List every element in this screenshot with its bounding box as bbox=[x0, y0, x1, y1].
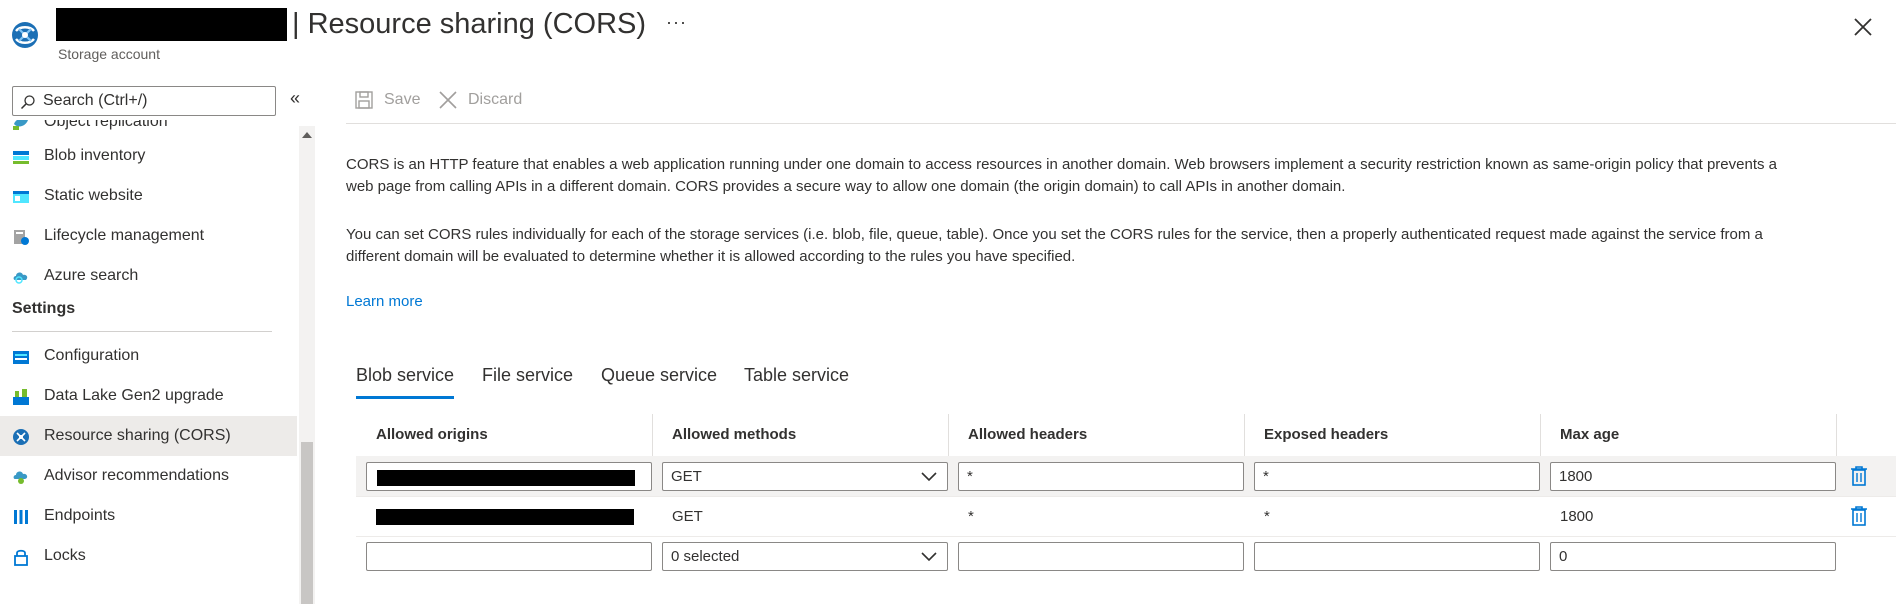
sidebar-item-label: Lifecycle management bbox=[44, 227, 205, 244]
collapse-menu-button[interactable]: « bbox=[290, 88, 300, 109]
lock-icon bbox=[14, 549, 28, 566]
storage-cors-logo-icon bbox=[12, 22, 38, 48]
sidebar-item-lifecycle-management[interactable]: Lifecycle management bbox=[0, 216, 297, 256]
cors-rules-description-line: You can set CORS rules individually for … bbox=[346, 226, 1763, 243]
max-age-input[interactable]: 1800 bbox=[1550, 462, 1836, 491]
tab-blob-service[interactable]: Blob service bbox=[356, 365, 454, 386]
column-header-max-age: Max age bbox=[1560, 426, 1620, 443]
page-subtitle: Storage account bbox=[58, 46, 160, 62]
advisor-icon bbox=[13, 471, 28, 484]
lifecycle-management-icon bbox=[14, 230, 29, 245]
sidebar-item-label: Object replication bbox=[44, 120, 168, 130]
table-row[interactable]: GET * * 1800 bbox=[356, 496, 1896, 536]
resource-menu: « Object replication Blob inventory bbox=[0, 78, 316, 604]
sidebar-item-label: Advisor recommendations bbox=[44, 467, 229, 484]
sidebar-item-endpoints[interactable]: Endpoints bbox=[0, 496, 297, 536]
data-lake-icon bbox=[13, 389, 29, 405]
save-button[interactable]: Save bbox=[354, 90, 420, 110]
allowed-headers-input[interactable]: * bbox=[958, 462, 1244, 491]
exposed-headers-input[interactable]: * bbox=[1254, 462, 1540, 491]
sidebar-item-label: Locks bbox=[44, 547, 86, 564]
command-bar: Save Discard bbox=[346, 84, 1896, 124]
redacted-origin-value bbox=[376, 509, 634, 525]
menu-search-input[interactable] bbox=[43, 90, 268, 112]
settings-section-heading: Settings bbox=[12, 300, 76, 317]
learn-more-link[interactable]: Learn more bbox=[346, 293, 423, 310]
sidebar-item-label: Resource sharing (CORS) bbox=[44, 427, 231, 444]
allowed-methods-value: GET bbox=[671, 468, 702, 485]
sidebar-item-label: Azure search bbox=[44, 267, 139, 284]
cors-description-line: web page from calling APIs in a differen… bbox=[346, 178, 1346, 195]
sidebar-item-data-lake-gen2-upgrade[interactable]: Data Lake Gen2 upgrade bbox=[0, 376, 297, 416]
column-header-allowed-origins: Allowed origins bbox=[376, 426, 488, 443]
section-divider bbox=[12, 331, 272, 332]
object-replication-icon bbox=[13, 120, 28, 130]
cors-description-line: CORS is an HTTP feature that enables a w… bbox=[346, 156, 1777, 173]
allowed-headers-input[interactable] bbox=[958, 542, 1244, 571]
discard-button[interactable]: Discard bbox=[438, 90, 522, 110]
allowed-origins-input[interactable] bbox=[366, 542, 652, 571]
redacted-origin-value bbox=[377, 470, 635, 486]
cors-icon bbox=[13, 429, 29, 445]
save-label: Save bbox=[384, 91, 421, 108]
page-title: | Resource sharing (CORS) bbox=[292, 8, 647, 40]
sidebar-item-locks[interactable]: Locks bbox=[0, 536, 297, 576]
azure-search-icon bbox=[13, 272, 28, 284]
sidebar-item-azure-search[interactable]: Azure search bbox=[0, 256, 297, 296]
chevron-down-icon bbox=[921, 552, 937, 562]
column-header-exposed-headers: Exposed headers bbox=[1264, 426, 1389, 443]
blob-inventory-icon bbox=[13, 151, 29, 164]
active-tab-indicator bbox=[356, 396, 454, 399]
table-row[interactable]: GET * * 1800 bbox=[356, 456, 1896, 496]
chevron-down-icon bbox=[921, 472, 937, 482]
sidebar-item-configuration[interactable]: Configuration bbox=[0, 336, 297, 376]
max-age-input[interactable]: 0 bbox=[1550, 542, 1836, 571]
allowed-methods-dropdown[interactable]: 0 selected bbox=[662, 542, 948, 571]
column-separator bbox=[1836, 414, 1837, 456]
sidebar-item-label: Configuration bbox=[44, 347, 140, 364]
delete-rule-icon[interactable] bbox=[1850, 505, 1868, 527]
tab-queue-service[interactable]: Queue service bbox=[601, 365, 717, 386]
sidebar-item-label: Blob inventory bbox=[44, 147, 146, 164]
exposed-headers-input[interactable] bbox=[1254, 542, 1540, 571]
discard-icon bbox=[439, 91, 457, 109]
search-icon bbox=[20, 95, 35, 110]
scroll-thumb[interactable] bbox=[301, 442, 313, 604]
allowed-headers-value: * bbox=[968, 508, 974, 525]
blade-header: | Resource sharing (CORS) Storage accoun… bbox=[0, 0, 1896, 70]
sidebar-item-static-website[interactable]: Static website bbox=[0, 176, 297, 216]
endpoints-icon bbox=[14, 510, 28, 524]
menu-scrollbar[interactable] bbox=[299, 126, 315, 604]
allowed-methods-dropdown[interactable]: GET bbox=[662, 462, 948, 491]
discard-label: Discard bbox=[468, 91, 523, 108]
sidebar-item-label: Data Lake Gen2 upgrade bbox=[44, 387, 224, 404]
max-age-value: 1800 bbox=[1560, 508, 1594, 525]
configuration-icon bbox=[13, 351, 29, 364]
allowed-methods-value: GET bbox=[672, 508, 703, 525]
tab-file-service[interactable]: File service bbox=[482, 365, 573, 386]
sidebar-item-label: Endpoints bbox=[44, 507, 116, 524]
menu-search-box[interactable] bbox=[12, 86, 276, 116]
column-header-allowed-headers: Allowed headers bbox=[968, 426, 1088, 443]
allowed-methods-value: 0 selected bbox=[671, 548, 740, 565]
scroll-up-arrow-icon[interactable] bbox=[302, 132, 312, 138]
exposed-headers-value: * bbox=[1264, 508, 1270, 525]
sidebar-item-blob-inventory[interactable]: Blob inventory bbox=[0, 136, 297, 176]
cors-rules-description-line: different domain will be evaluated to de… bbox=[346, 248, 1076, 265]
delete-rule-icon[interactable] bbox=[1850, 465, 1868, 487]
menu-list: Object replication Blob inventory Static… bbox=[0, 120, 297, 604]
column-header-allowed-methods: Allowed methods bbox=[672, 426, 797, 443]
static-website-icon bbox=[13, 191, 29, 203]
close-icon[interactable] bbox=[1852, 16, 1874, 38]
allowed-origins-input[interactable] bbox=[366, 462, 652, 491]
table-row[interactable]: 0 selected 0 bbox=[356, 536, 1896, 576]
tab-table-service[interactable]: Table service bbox=[744, 365, 849, 386]
sidebar-item-advisor-recommendations[interactable]: Advisor recommendations bbox=[0, 456, 297, 496]
redacted-account-name bbox=[56, 8, 287, 41]
save-icon bbox=[355, 91, 373, 109]
more-options-button[interactable]: ··· bbox=[666, 12, 687, 33]
cors-rules-table: Allowed origins Allowed methods Allowed … bbox=[356, 414, 1896, 604]
sidebar-item-resource-sharing-cors[interactable]: Resource sharing (CORS) bbox=[0, 416, 297, 456]
sidebar-item-label: Static website bbox=[44, 187, 143, 204]
